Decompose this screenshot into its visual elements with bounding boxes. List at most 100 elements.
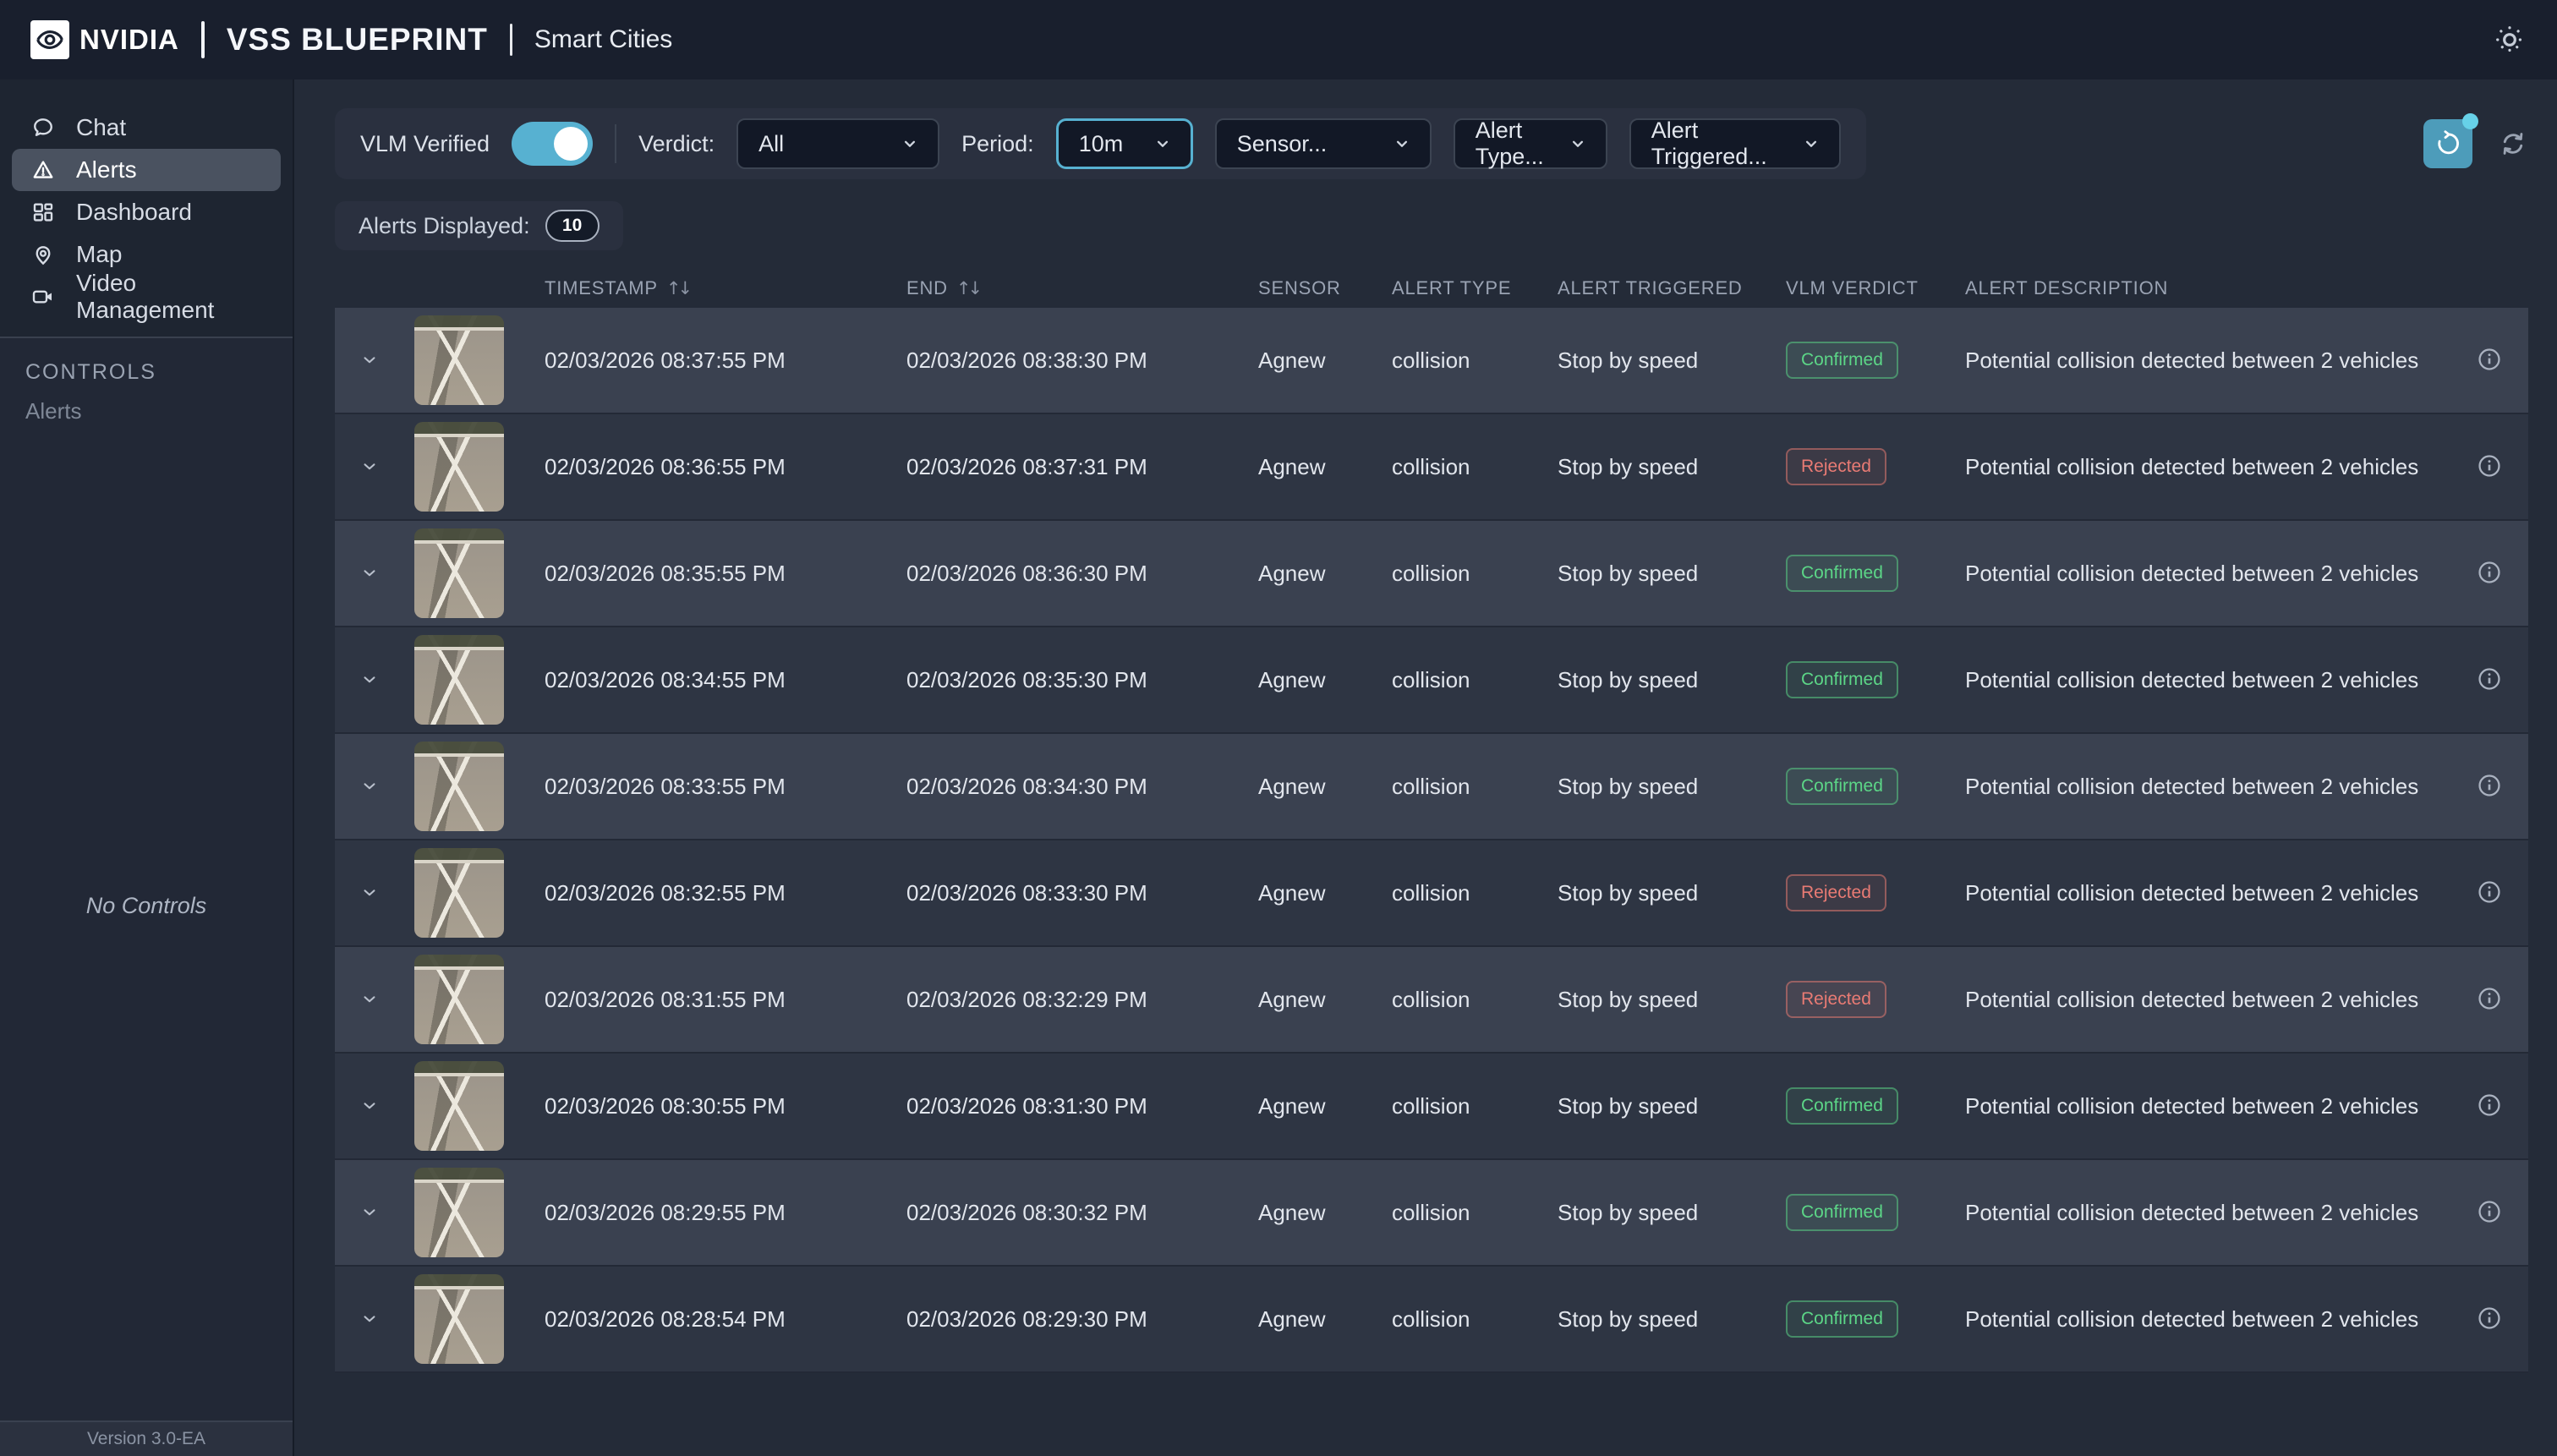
alert-type-select[interactable]: Alert Type...: [1453, 118, 1607, 169]
row-expand-chevron-icon[interactable]: [359, 561, 381, 586]
alert-thumbnail[interactable]: [414, 1168, 504, 1257]
column-header-end[interactable]: END ↑↓: [884, 277, 1236, 299]
info-icon[interactable]: [2476, 1305, 2503, 1334]
alert-type-cell: collision: [1392, 773, 1470, 799]
period-select[interactable]: 10m: [1055, 118, 1193, 169]
alert-type-cell: collision: [1392, 879, 1470, 906]
alert-type-cell: collision: [1392, 666, 1470, 692]
verdict-select[interactable]: All: [736, 118, 940, 169]
column-header-vlm-verdict: VLM VERDICT: [1786, 277, 1919, 298]
alert-thumbnail[interactable]: [414, 1061, 504, 1151]
alert-description-cell: Potential collision detected between 2 v…: [1965, 1092, 2419, 1119]
row-expand-chevron-icon[interactable]: [359, 775, 381, 799]
column-header-timestamp[interactable]: TIMESTAMP ↑↓: [523, 277, 884, 299]
sidebar-item-label: Map: [76, 241, 123, 267]
end-cell: 02/03/2026 08:38:30 PM: [906, 347, 1147, 373]
map-pin-icon: [36, 246, 51, 265]
info-icon[interactable]: [2476, 1092, 2503, 1121]
alert-type-cell: collision: [1392, 560, 1470, 586]
alert-thumbnail[interactable]: [414, 528, 504, 618]
alert-triangle-icon: [33, 161, 53, 178]
table-row: 02/03/2026 08:37:55 PM 02/03/2026 08:38:…: [335, 308, 2528, 414]
filter-row: VLM Verified Verdict: All Period: 10m Se…: [335, 108, 2528, 179]
sensor-cell: Agnew: [1258, 666, 1326, 692]
info-icon[interactable]: [2476, 559, 2503, 588]
sensor-cell: Agnew: [1258, 347, 1326, 373]
chevron-down-icon: [1157, 140, 1168, 147]
sidebar-item-alerts[interactable]: Alerts: [12, 149, 281, 191]
alert-thumbnail[interactable]: [414, 315, 504, 405]
sensor-cell: Agnew: [1258, 773, 1326, 799]
sidebar-item-label: Dashboard: [76, 199, 192, 225]
brand: NVIDIA VSS BLUEPRINT Smart Cities: [30, 20, 672, 59]
table-row: 02/03/2026 08:34:55 PM 02/03/2026 08:35:…: [335, 627, 2528, 734]
vlm-verdict-badge: Confirmed: [1786, 555, 1898, 592]
info-icon[interactable]: [2476, 1198, 2503, 1228]
chevron-down-icon: [1572, 140, 1583, 147]
vlm-verified-toggle[interactable]: [512, 122, 594, 166]
alert-thumbnail[interactable]: [414, 1274, 504, 1364]
alert-thumbnail[interactable]: [414, 955, 504, 1044]
table-row: 02/03/2026 08:31:55 PM 02/03/2026 08:32:…: [335, 947, 2528, 1054]
table-row: 02/03/2026 08:29:55 PM 02/03/2026 08:30:…: [335, 1160, 2528, 1267]
info-icon[interactable]: [2476, 452, 2503, 482]
alert-type-cell: collision: [1392, 1092, 1470, 1119]
row-expand-chevron-icon[interactable]: [359, 348, 381, 373]
sensor-cell: Agnew: [1258, 879, 1326, 906]
summarize-refresh-button[interactable]: [2423, 113, 2478, 168]
sidebar-item-video-management[interactable]: Video Management: [12, 270, 281, 323]
row-expand-chevron-icon[interactable]: [359, 668, 381, 692]
row-expand-chevron-icon[interactable]: [359, 988, 381, 1012]
sidebar-item-chat[interactable]: Chat: [12, 107, 281, 149]
refresh-icon[interactable]: [2498, 129, 2528, 159]
info-icon[interactable]: [2476, 985, 2503, 1015]
row-expand-chevron-icon[interactable]: [359, 1094, 381, 1119]
info-icon[interactable]: [2476, 772, 2503, 802]
controls-title: CONTROLS: [25, 360, 156, 384]
timestamp-cell: 02/03/2026 08:31:55 PM: [545, 986, 786, 1012]
alert-type-cell: collision: [1392, 347, 1470, 373]
vlm-verdict-badge: Rejected: [1786, 448, 1886, 485]
chevron-down-icon: [905, 140, 916, 147]
column-header-alert-triggered: ALERT TRIGGERED: [1558, 277, 1743, 298]
theme-toggle-sun-icon[interactable]: [2493, 23, 2527, 57]
column-header-alert-type: ALERT TYPE: [1392, 277, 1512, 298]
sensor-select[interactable]: Sensor...: [1214, 118, 1432, 169]
alert-thumbnail[interactable]: [414, 422, 504, 512]
row-expand-chevron-icon[interactable]: [359, 455, 381, 479]
end-cell: 02/03/2026 08:37:31 PM: [906, 453, 1147, 479]
info-icon[interactable]: [2476, 879, 2503, 908]
vlm-verdict-badge: Confirmed: [1786, 1194, 1898, 1231]
alert-thumbnail[interactable]: [414, 635, 504, 725]
video-camera-icon: [32, 290, 52, 304]
vlm-verdict-badge: Confirmed: [1786, 1087, 1898, 1125]
filter-panel: VLM Verified Verdict: All Period: 10m Se…: [335, 108, 1866, 179]
row-expand-chevron-icon[interactable]: [359, 881, 381, 906]
vlm-verdict-badge: Rejected: [1786, 981, 1886, 1018]
timestamp-cell: 02/03/2026 08:32:55 PM: [545, 879, 786, 906]
info-icon[interactable]: [2476, 346, 2503, 375]
alert-thumbnail[interactable]: [414, 848, 504, 938]
alert-thumbnail[interactable]: [414, 742, 504, 831]
alert-description-cell: Potential collision detected between 2 v…: [1965, 347, 2419, 373]
dashboard-icon: [33, 203, 53, 222]
alerts-main: VLM Verified Verdict: All Period: 10m Se…: [294, 79, 2557, 1456]
row-expand-chevron-icon[interactable]: [359, 1201, 381, 1225]
sensor-placeholder: Sensor...: [1236, 130, 1328, 156]
version-footer: Version 3.0-EA: [0, 1420, 293, 1456]
sidebar-item-label: Alerts: [76, 156, 137, 183]
end-cell: 02/03/2026 08:33:30 PM: [906, 879, 1147, 906]
info-icon[interactable]: [2476, 665, 2503, 695]
period-value: 10m: [1078, 130, 1124, 156]
nvidia-wordmark: NVIDIA: [79, 24, 179, 55]
alert-triggered-select[interactable]: Alert Triggered...: [1629, 118, 1841, 169]
sort-icon: ↑↓: [955, 278, 983, 298]
table-row: 02/03/2026 08:32:55 PM 02/03/2026 08:33:…: [335, 840, 2528, 947]
sidebar-item-label: Chat: [76, 114, 127, 140]
row-expand-chevron-icon[interactable]: [359, 1307, 381, 1332]
column-header-sensor: SENSOR: [1258, 277, 1341, 298]
sensor-cell: Agnew: [1258, 986, 1326, 1012]
timestamp-cell: 02/03/2026 08:37:55 PM: [545, 347, 786, 373]
vlm-verdict-badge: Confirmed: [1786, 768, 1898, 805]
sidebar-item-dashboard[interactable]: Dashboard: [12, 191, 281, 233]
